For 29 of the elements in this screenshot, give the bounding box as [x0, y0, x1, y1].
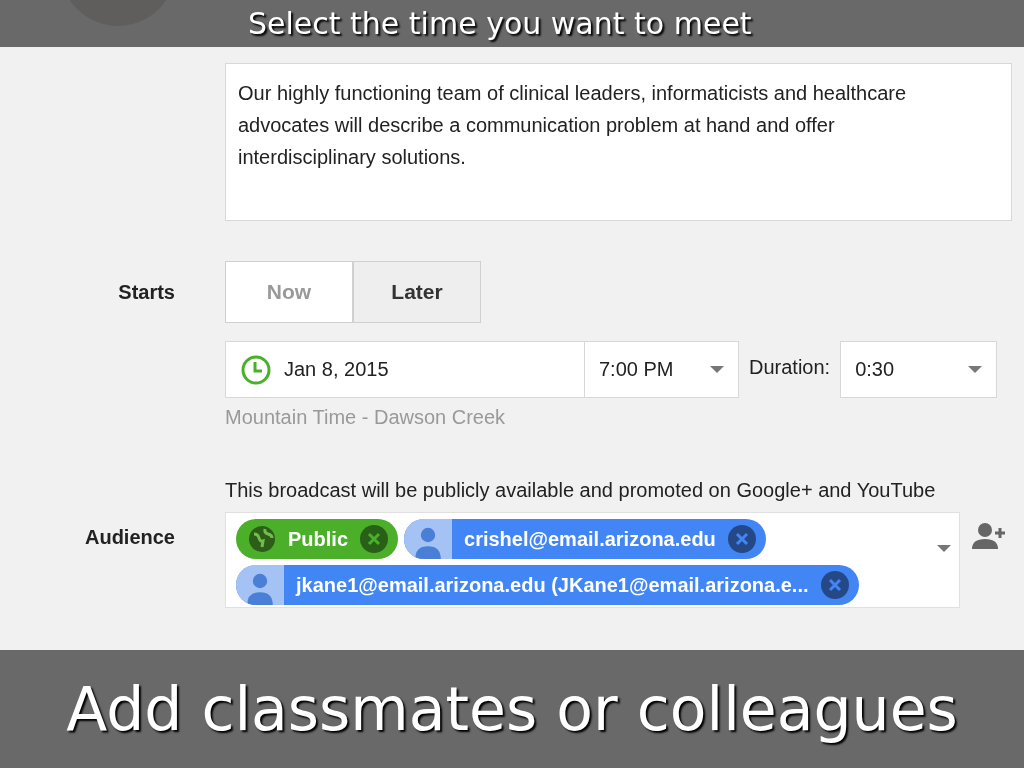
starts-label: Starts [117, 280, 176, 304]
audience-field[interactable]: Public crishel@email.arizona.edu jkane1@email.arizona.edu (JKane1@email.arizona.e... [225, 512, 960, 608]
remove-icon[interactable] [727, 525, 756, 553]
slide-caption: Add classmates or colleagues [0, 650, 1024, 768]
person-icon [236, 565, 284, 605]
audience-label: Audience [83, 525, 176, 549]
add-person-icon[interactable] [972, 522, 1006, 550]
date-field[interactable]: Jan 8, 2015 [225, 341, 585, 398]
person-icon [404, 519, 452, 559]
remove-icon[interactable] [820, 571, 849, 599]
description-field[interactable]: Our highly functioning team of clinical leaders, informaticists and healthcare advocates will describe a communication problem at hand and offer interdisciplinary solutions. [225, 63, 1012, 221]
recipient-chip[interactable]: crishel@email.arizona.edu [404, 519, 766, 559]
slide-caption: Select the time you want to meet [0, 0, 1024, 47]
chip-label: crishel@email.arizona.edu [464, 527, 716, 551]
dropdown-caret-icon [710, 365, 724, 374]
time-dropdown[interactable]: 7:00 PM [584, 341, 739, 398]
timezone-text: Mountain Time - Dawson Creek [225, 406, 507, 429]
notice-text: This broadcast will be publicly available and promoted on Google+ and YouTube [225, 478, 937, 503]
dropdown-caret-icon [968, 365, 983, 374]
chip-label: jkane1@email.arizona.edu (JKane1@email.arizona.e... [296, 573, 809, 597]
dropdown-caret-icon [937, 545, 951, 553]
clock-icon [240, 353, 272, 386]
recipient-chip[interactable]: jkane1@email.arizona.edu (JKane1@email.arizona.e... [236, 565, 859, 605]
globe-icon [248, 525, 276, 553]
duration-label: Duration: [749, 356, 831, 379]
remove-icon[interactable] [360, 525, 388, 553]
duration-dropdown[interactable]: 0:30 [840, 341, 998, 398]
chip-label: Public [288, 527, 348, 551]
segment-tab[interactable]: Later [353, 261, 481, 323]
